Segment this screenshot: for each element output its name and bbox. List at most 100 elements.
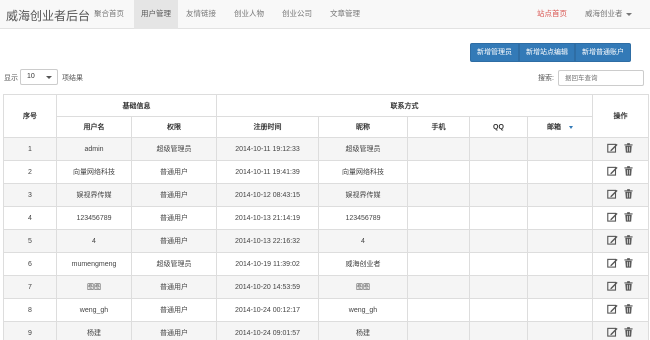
cell-username: 向量网络科技	[56, 160, 132, 184]
cell-phone	[407, 183, 470, 207]
cell-qq	[469, 321, 528, 340]
cell-username: admin	[56, 137, 132, 161]
user-table: 序号 基础信息 联系方式 操作 用户名 权限 注册时间 昵称 手机 QQ 邮箱 …	[3, 94, 650, 340]
cell-phone	[407, 252, 470, 276]
table-row: 5 4 普通用户 2014-10-13 22:16:32 4	[3, 229, 650, 253]
nav-item-startups[interactable]: 创业公司	[274, 0, 320, 29]
cell-role: 超级管理员	[131, 137, 217, 161]
cell-role: 普通用户	[131, 275, 217, 299]
cell-actions	[592, 206, 650, 230]
column-header-qq[interactable]: QQ	[469, 116, 528, 138]
chevron-down-icon	[625, 12, 632, 16]
cell-nickname: 威海创业者	[318, 252, 408, 276]
cell-index: 3	[3, 183, 57, 207]
cell-actions	[592, 252, 650, 276]
trash-icon[interactable]	[623, 304, 634, 314]
site-home-link[interactable]: 站点首页	[537, 0, 567, 29]
nav-item-aggregate-home[interactable]: 聚合首页	[84, 0, 134, 29]
chevron-down-icon	[46, 76, 52, 79]
column-header-actions: 操作	[592, 94, 650, 138]
cell-index: 5	[3, 229, 57, 253]
trash-icon[interactable]	[623, 166, 634, 176]
nav-item-friend-links[interactable]: 友情链接	[178, 0, 224, 29]
column-header-username[interactable]: 用户名	[56, 116, 132, 138]
cell-registered: 2014-10-20 14:53:59	[216, 275, 319, 299]
add-admin-button[interactable]: 新增管理员	[470, 43, 519, 62]
page-size-suffix: 项结果	[62, 75, 83, 82]
cell-actions	[592, 183, 650, 207]
trash-icon[interactable]	[623, 235, 634, 245]
cell-phone	[407, 160, 470, 184]
nav-item-founders[interactable]: 创业人物	[226, 0, 272, 29]
trash-icon[interactable]	[623, 143, 634, 153]
trash-icon[interactable]	[623, 189, 634, 199]
trash-icon[interactable]	[623, 212, 634, 222]
cell-phone	[407, 206, 470, 230]
cell-qq	[469, 206, 528, 230]
cell-email	[526, 252, 594, 276]
cell-email	[526, 160, 594, 184]
trash-icon[interactable]	[623, 258, 634, 268]
cell-role: 普通用户	[131, 229, 217, 253]
cell-index: 6	[3, 252, 57, 276]
table-row: 6 mumengmeng 超级管理员 2014-10-19 11:39:02 威海创业者	[3, 252, 650, 276]
column-header-registered[interactable]: 注册时间	[216, 116, 319, 138]
table-row: 7 图图 普通用户 2014-10-20 14:53:59 图图	[3, 275, 650, 299]
nav-item-articles[interactable]: 文章管理	[322, 0, 368, 29]
cell-nickname: 杨建	[318, 321, 408, 340]
group-header-basic-info: 基础信息	[56, 94, 217, 117]
search-input[interactable]	[558, 70, 644, 86]
add-regular-account-button[interactable]: 新增普通账户	[575, 43, 631, 62]
cell-actions	[592, 229, 650, 253]
cell-role: 普通用户	[131, 160, 217, 184]
cell-index: 7	[3, 275, 57, 299]
page-size-label: 显示	[4, 75, 18, 82]
cell-actions	[592, 321, 650, 340]
edit-icon[interactable]	[607, 189, 618, 199]
nav-item-user-management[interactable]: 用户管理	[134, 0, 178, 29]
cell-nickname: 4	[318, 229, 408, 253]
column-header-role[interactable]: 权限	[131, 116, 217, 138]
cell-index: 4	[3, 206, 57, 230]
user-name: 威海创业者	[585, 9, 623, 18]
page-size-select[interactable]: 10	[20, 69, 58, 85]
cell-registered: 2014-10-11 19:12:33	[216, 137, 319, 161]
cell-email	[526, 275, 594, 299]
column-header-nickname[interactable]: 昵称	[318, 116, 408, 138]
table-row: 4 123456789 普通用户 2014-10-13 21:14:19 1234567…	[3, 206, 650, 230]
column-header-email[interactable]: 邮箱	[526, 116, 594, 138]
cell-index: 8	[3, 298, 57, 322]
cell-registered: 2014-10-19 11:39:02	[216, 252, 319, 276]
cell-username: weng_gh	[56, 298, 132, 322]
cell-email	[526, 321, 594, 340]
edit-icon[interactable]	[607, 235, 618, 245]
edit-icon[interactable]	[607, 212, 618, 222]
cell-qq	[469, 229, 528, 253]
edit-icon[interactable]	[607, 304, 618, 314]
cell-actions	[592, 275, 650, 299]
user-dropdown[interactable]: 威海创业者	[585, 0, 632, 29]
add-site-editor-button[interactable]: 新增站点编辑	[519, 43, 575, 62]
trash-icon[interactable]	[623, 281, 634, 291]
edit-icon[interactable]	[607, 166, 618, 176]
cell-email	[526, 206, 594, 230]
edit-icon[interactable]	[607, 143, 618, 153]
cell-username: 娱视界传媒	[56, 183, 132, 207]
edit-icon[interactable]	[607, 327, 618, 337]
cell-index: 2	[3, 160, 57, 184]
top-navbar: 威海创业者后台 聚合首页 用户管理 友情链接 创业人物 创业公司 文章管理 站点…	[0, 0, 650, 29]
search-label: 搜索:	[538, 75, 554, 82]
trash-icon[interactable]	[623, 327, 634, 337]
cell-registered: 2014-10-24 09:01:57	[216, 321, 319, 340]
cell-email	[526, 229, 594, 253]
cell-index: 1	[3, 137, 57, 161]
table-row: 1 admin 超级管理员 2014-10-11 19:12:33 超级管理员	[3, 137, 650, 161]
cell-phone	[407, 298, 470, 322]
sort-desc-icon[interactable]	[569, 125, 573, 129]
column-header-phone[interactable]: 手机	[407, 116, 470, 138]
brand-title[interactable]: 威海创业者后台	[6, 7, 90, 24]
table-row: 2 向量网络科技 普通用户 2014-10-11 19:41:39 向量网络科技	[3, 160, 650, 184]
cell-index: 9	[3, 321, 57, 340]
edit-icon[interactable]	[607, 281, 618, 291]
edit-icon[interactable]	[607, 258, 618, 268]
